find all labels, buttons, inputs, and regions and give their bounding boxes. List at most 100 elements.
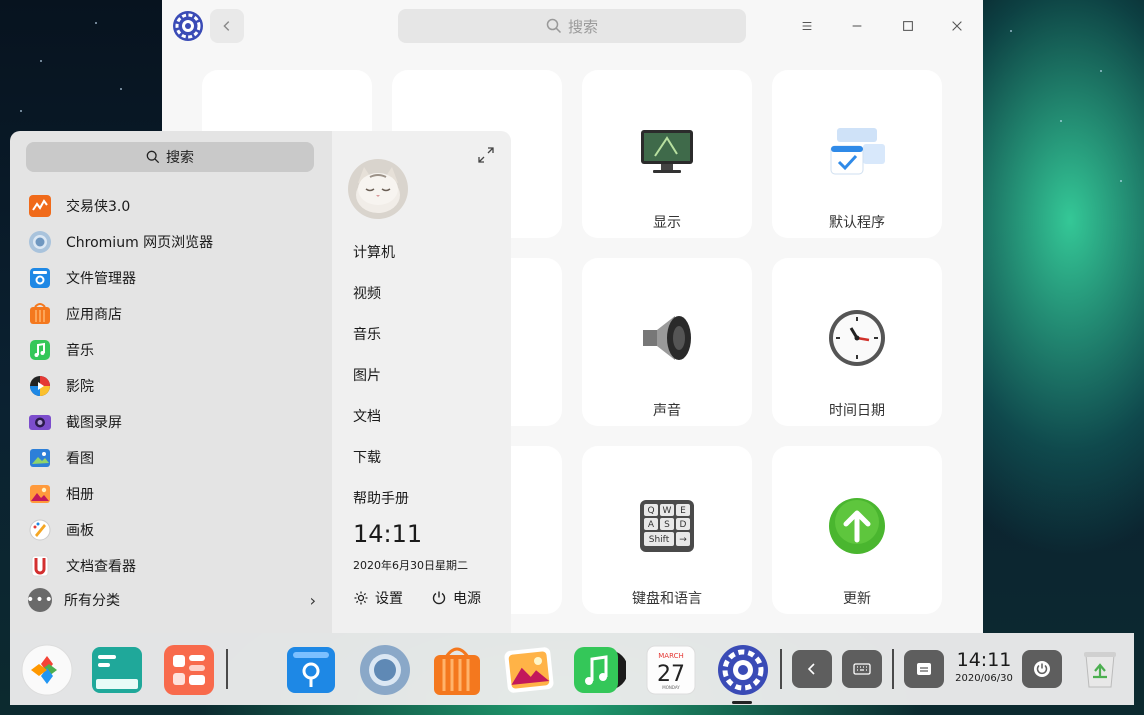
tile-label: 更新: [843, 591, 871, 607]
svg-text:→: →: [679, 535, 687, 545]
svg-text:S: S: [664, 520, 670, 530]
launcher-search-input[interactable]: 搜索: [26, 142, 314, 172]
chevron-left-icon: [223, 21, 230, 31]
update-arrow-icon: [827, 496, 887, 556]
draw-icon: [29, 519, 51, 541]
calendar-icon: MARCH 27 MONDAY: [646, 645, 696, 695]
file-manager-icon: [287, 647, 335, 693]
chevron-left-icon: [807, 663, 815, 675]
app-item-music[interactable]: 音乐: [28, 332, 318, 368]
album-icon: [504, 647, 554, 693]
app-label: 画板: [66, 523, 94, 539]
dock-clock-date[interactable]: 2020/06/30: [954, 673, 1014, 684]
tile-display[interactable]: 显示: [582, 70, 752, 238]
dock-app-store[interactable]: [430, 643, 484, 697]
tile-update[interactable]: 更新: [772, 446, 942, 614]
app-label: 应用商店: [66, 307, 122, 323]
app-label: Chromium 网页浏览器: [66, 235, 214, 251]
dir-item-music[interactable]: 音乐: [353, 324, 381, 344]
app-item-chromium[interactable]: Chromium 网页浏览器: [28, 224, 318, 260]
dock-file-manager[interactable]: [284, 643, 338, 697]
fullscreen-expand-icon[interactable]: [476, 145, 496, 165]
close-icon: [952, 21, 962, 31]
tile-default-apps[interactable]: 默认程序: [772, 70, 942, 238]
dir-item-documents[interactable]: 文档: [353, 406, 381, 426]
dock-clock-time[interactable]: 14:11: [954, 649, 1014, 671]
dir-item-computer[interactable]: 计算机: [353, 242, 395, 262]
app-label: 交易侠3.0: [66, 199, 131, 215]
dock-separator: [892, 649, 894, 689]
app-label: 看图: [66, 451, 94, 467]
input-method-button[interactable]: [904, 650, 944, 688]
dock-control-center[interactable]: [716, 643, 770, 697]
dock-multitasking-view[interactable]: [90, 643, 144, 697]
dock-music[interactable]: [572, 643, 628, 697]
dock-separator: [780, 649, 782, 689]
power-label: 电源: [453, 591, 481, 607]
app-item-movie[interactable]: 影院: [28, 368, 318, 404]
menu-button[interactable]: [794, 13, 820, 39]
launcher-icon: [21, 644, 73, 696]
dir-item-pictures[interactable]: 图片: [353, 365, 381, 385]
tile-label: 键盘和语言: [632, 591, 702, 607]
app-item-trading[interactable]: 交易侠3.0: [28, 188, 318, 224]
chromium-icon: [360, 645, 410, 695]
gear-icon: [354, 591, 368, 605]
app-label: 文档查看器: [66, 559, 136, 575]
svg-text:E: E: [680, 506, 686, 516]
speaker-icon: [637, 308, 697, 368]
minimize-button[interactable]: [844, 13, 870, 39]
tile-keyboard-language[interactable]: QWE ASD Shift → 键盘和语言: [582, 446, 752, 614]
trading-icon: [29, 195, 51, 217]
keyboard-icon: [853, 663, 871, 675]
close-button[interactable]: [944, 13, 970, 39]
dir-item-downloads[interactable]: 下载: [353, 447, 381, 467]
dock-calendar[interactable]: MARCH 27 MONDAY: [644, 643, 698, 697]
dock-chromium[interactable]: [358, 643, 412, 697]
title-bar: 搜索: [162, 0, 983, 52]
shutdown-button[interactable]: [1022, 650, 1062, 688]
input-method-icon: [917, 663, 931, 675]
dock-desktop-widgets[interactable]: [162, 643, 216, 697]
app-item-album[interactable]: 相册: [28, 476, 318, 512]
svg-text:D: D: [680, 520, 687, 530]
tray-collapse-button[interactable]: [792, 650, 832, 688]
app-item-app-store[interactable]: 应用商店: [28, 296, 318, 332]
svg-text:W: W: [663, 506, 672, 516]
tile-label: 声音: [653, 403, 681, 419]
dir-item-help-manual[interactable]: 帮助手册: [353, 488, 409, 508]
tile-label: 默认程序: [829, 215, 885, 231]
power-button[interactable]: 电源: [431, 588, 481, 608]
dock-launcher[interactable]: [20, 643, 74, 697]
app-item-file-manager[interactable]: 文件管理器: [28, 260, 318, 296]
maximize-button[interactable]: [895, 13, 921, 39]
dir-item-videos[interactable]: 视频: [353, 283, 381, 303]
calendar-month: MARCH: [658, 652, 684, 660]
onscreen-keyboard-button[interactable]: [842, 650, 882, 688]
more-dots-icon: •••: [26, 588, 53, 612]
tile-sound[interactable]: 声音: [582, 258, 752, 426]
settings-button[interactable]: 设置: [353, 588, 403, 608]
image-viewer-icon: [30, 449, 50, 467]
music-icon: [30, 340, 50, 360]
all-categories-button[interactable]: ••• 所有分类 ›: [26, 586, 318, 614]
file-manager-icon: [30, 268, 50, 288]
search-input[interactable]: 搜索: [398, 9, 746, 43]
avatar[interactable]: [348, 159, 408, 219]
dock-album[interactable]: [502, 643, 556, 697]
calendar-day: 27: [657, 662, 685, 687]
album-icon: [30, 485, 50, 503]
back-button[interactable]: [210, 9, 244, 43]
default-apps-icon: [827, 120, 887, 180]
app-item-document-viewer[interactable]: 文档查看器: [28, 548, 318, 584]
tile-time-date[interactable]: 时间日期: [772, 258, 942, 426]
dock-trash[interactable]: [1078, 647, 1122, 691]
svg-text:Q: Q: [647, 506, 654, 516]
document-viewer-icon: [31, 555, 49, 577]
app-item-image-viewer[interactable]: 看图: [28, 440, 318, 476]
app-item-draw[interactable]: 画板: [28, 512, 318, 548]
movie-icon: [30, 376, 50, 396]
launcher-panel: 搜索 交易侠3.0 Chromium 网页浏览器 文件管理器 应用商店 音乐 影…: [10, 131, 511, 633]
app-item-screenshot[interactable]: 截图录屏: [28, 404, 318, 440]
app-label: 影院: [66, 379, 94, 395]
